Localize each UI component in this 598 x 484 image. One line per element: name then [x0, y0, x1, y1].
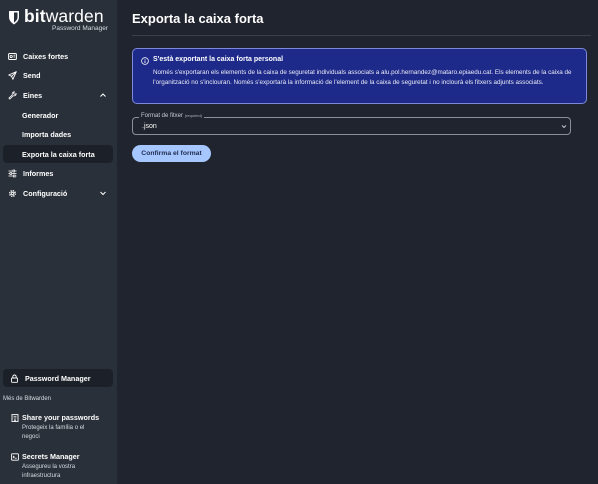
callout-title: S'està exportant la caixa forta personal — [153, 56, 284, 63]
sidebar-item-export-vault[interactable]: Exporta la caixa forta — [3, 145, 113, 163]
brand-name: bitwarden — [24, 6, 104, 26]
terminal-icon — [11, 453, 19, 461]
file-format-label: Format de fitxer (required) — [139, 113, 205, 119]
sidebar-item-label: Exporta la caixa forta — [22, 149, 95, 159]
product-switcher-password-manager[interactable]: Password Manager — [3, 369, 113, 387]
promo-description: Protegeix la família o el negoci — [22, 425, 85, 440]
required-note: (required) — [184, 113, 203, 118]
vault-icon — [8, 52, 17, 61]
sidebar-item-label: Informes — [23, 168, 54, 178]
file-format-select[interactable]: Format de fitxer (required) .json — [132, 113, 571, 135]
page-title: Exporta la caixa forta — [132, 11, 264, 26]
lock-icon — [11, 374, 18, 383]
sidebar: bitwarden Password Manager Caixes fortes… — [0, 0, 117, 484]
sidebar-item-generator[interactable]: Generador — [3, 106, 113, 124]
sliders-icon — [8, 169, 17, 178]
sidebar-item-label: Eines — [23, 90, 43, 100]
sidebar-item-import[interactable]: Importa dades — [3, 125, 113, 143]
info-callout: S'està exportant la caixa forta personal… — [132, 48, 587, 104]
chevron-up-icon — [100, 93, 106, 97]
product-switcher-label: Password Manager — [25, 373, 91, 383]
wrench-icon — [8, 90, 17, 100]
chevron-down-icon — [100, 191, 106, 196]
confirm-format-button[interactable]: Confirma el format — [132, 145, 211, 162]
promo-title: Share your passwords — [22, 413, 100, 422]
sidebar-item-label: Configuració — [23, 188, 68, 198]
building-icon — [11, 414, 19, 422]
main-content: Exporta la caixa forta S'està exportant … — [117, 0, 598, 484]
file-format-value: .json — [142, 123, 157, 130]
promo-title: Secrets Manager — [22, 452, 80, 461]
sidebar-item-label: Generador — [22, 110, 59, 120]
sidebar-item-tools[interactable]: Eines — [3, 86, 113, 104]
sidebar-item-label: Send — [23, 70, 41, 80]
more-from-bitwarden-label: Més de Bitwarden — [3, 396, 52, 402]
info-icon — [141, 57, 149, 65]
gear-icon — [8, 189, 17, 198]
title-divider — [132, 35, 591, 36]
sidebar-item-settings[interactable]: Configuració — [3, 184, 113, 202]
promo-description: Assegureu la vostra infraestructura — [22, 464, 76, 479]
dropdown-arrow-icon — [561, 125, 567, 129]
callout-body: Només s'exportaran els elements de la ca… — [153, 69, 572, 86]
sidebar-item-label: Importa dades — [22, 129, 72, 139]
sidebar-item-label: Caixes fortes — [23, 51, 69, 61]
brand-subtitle: Password Manager — [52, 25, 108, 32]
shield-icon — [9, 11, 19, 25]
send-icon — [8, 70, 17, 80]
sidebar-item-vaults[interactable]: Caixes fortes — [3, 47, 113, 65]
sidebar-item-send[interactable]: Send — [3, 66, 113, 84]
sidebar-item-reports[interactable]: Informes — [3, 164, 113, 182]
bitwarden-logo[interactable]: bitwarden Password Manager — [8, 6, 108, 35]
